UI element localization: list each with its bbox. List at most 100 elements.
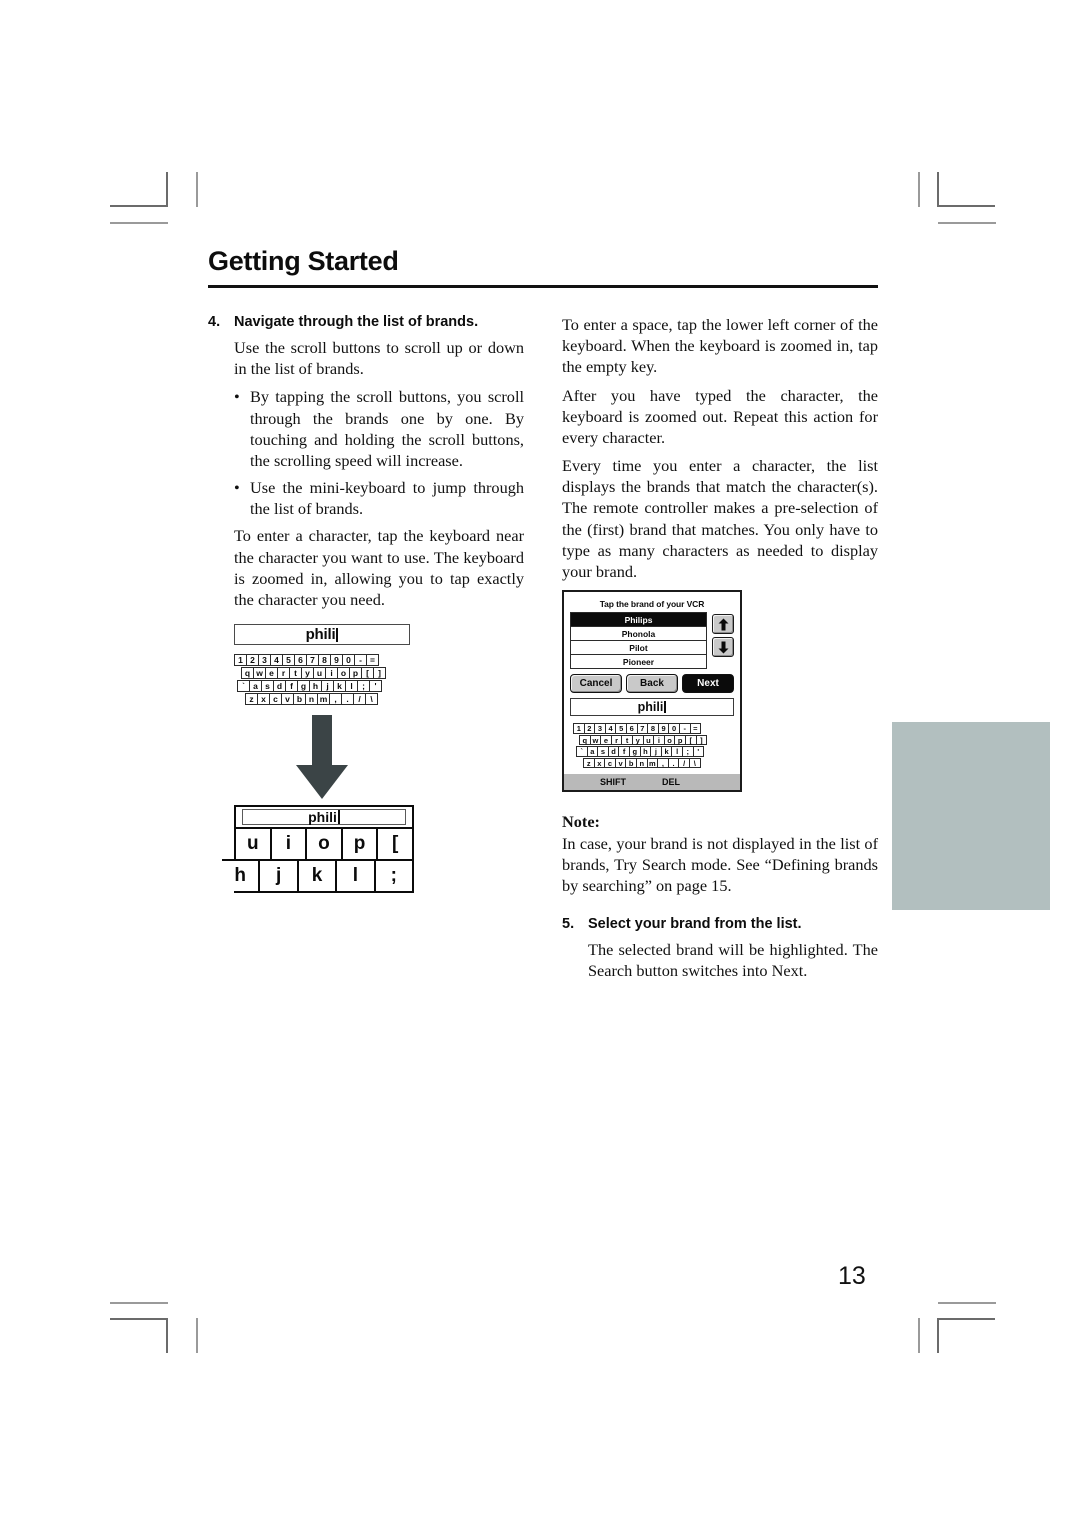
back-button[interactable]: Back — [626, 674, 678, 694]
zoomed-keyboard-row-bottom: h j k l ; — [222, 859, 413, 892]
crop-mark-segment — [110, 222, 168, 224]
list-item: • By tapping the scroll buttons, you scr… — [234, 386, 524, 471]
crop-mark-segment — [110, 205, 167, 207]
figure-keyboard-zoomed: phili u i o p [ h j k l ; — [222, 805, 414, 894]
text-cursor — [336, 627, 339, 642]
step-5-body: The selected brand will be highlighted. … — [588, 939, 878, 980]
step-4-number: 4. — [208, 314, 221, 330]
key-bracket-right[interactable]: ] — [695, 734, 708, 746]
scroll-down-button[interactable] — [712, 637, 734, 658]
crop-mark-segment — [110, 1318, 167, 1320]
device-text-value: phili — [637, 700, 664, 715]
page-content: Getting Started 4. Navigate through the … — [208, 246, 878, 981]
bullet-marker-icon: • — [234, 478, 240, 498]
list-item[interactable]: Philips — [571, 613, 706, 628]
device-brand-list-area: Philips Phonola Pilot Pioneer — [570, 612, 734, 670]
shift-button[interactable]: SHIFT — [600, 777, 626, 787]
key-backslash[interactable]: \ — [688, 757, 701, 769]
arrow-down-icon — [718, 641, 729, 654]
zoom-key-k[interactable]: k — [298, 861, 338, 892]
list-item[interactable]: Phonola — [571, 627, 706, 642]
keyboard-row: ` a s d f g h j k l ; ' — [573, 746, 731, 757]
right-column: To enter a space, tap the lower left cor… — [562, 314, 878, 981]
figure-keyboard-normal: phili 1 2 3 4 5 6 7 8 9 0 - = q w e r t … — [234, 624, 410, 706]
zoom-key-i[interactable]: i — [271, 829, 308, 860]
arrow-head — [296, 765, 348, 800]
crop-mark-segment — [196, 172, 198, 207]
zoom-key-o[interactable]: o — [307, 829, 343, 860]
page-number: 13 — [838, 1262, 866, 1290]
zoom-key-j[interactable]: j — [260, 861, 299, 892]
right-paragraph-1: To enter a space, tap the lower left cor… — [562, 315, 878, 377]
bullet-marker-icon: • — [234, 387, 240, 407]
crop-mark-segment — [938, 205, 995, 207]
list-item[interactable]: Pioneer — [571, 655, 706, 669]
zoom-key-p[interactable]: p — [342, 829, 379, 860]
keyboard-rows: 1 2 3 4 5 6 7 8 9 0 - = q w e r t y u i … — [234, 654, 410, 706]
del-button[interactable]: DEL — [662, 777, 680, 787]
next-button[interactable]: Next — [682, 674, 734, 694]
key-apostrophe[interactable]: ' — [692, 746, 705, 757]
keyboard-row: q w e r t y u i o p [ ] — [234, 667, 410, 680]
margin-tab-block — [892, 722, 1050, 910]
zoom-key-l[interactable]: l — [337, 861, 376, 892]
arrow-up-icon — [718, 618, 729, 631]
crop-mark-segment — [937, 172, 939, 207]
two-column-layout: 4. Navigate through the list of brands. … — [208, 314, 878, 981]
device-button-bar: Cancel Back Next — [570, 674, 734, 694]
device-screen-title: Tap the brand of your VCR — [599, 599, 705, 610]
crop-mark-segment — [918, 1318, 920, 1353]
device-bottom-bar: SHIFT DEL — [564, 774, 740, 791]
step-4-closing-paragraph: To enter a character, tap the keyboard n… — [234, 526, 524, 609]
step-4-intro-paragraph: Use the scroll buttons to scroll up or d… — [234, 338, 524, 379]
zoom-key-bracket-left[interactable]: [ — [378, 829, 412, 860]
list-item[interactable]: Pilot — [571, 641, 706, 656]
keyboard-row: z x c v b n m , . / \ — [573, 757, 731, 769]
figure-flow-arrow — [234, 715, 410, 800]
zoomed-keyboard-row-top: u i o p [ — [236, 829, 412, 860]
crop-mark-segment — [166, 1318, 168, 1353]
crop-mark-segment — [937, 1318, 939, 1353]
step-5-title: Select your brand from the list. — [588, 915, 802, 932]
crop-mark-segment — [918, 172, 920, 207]
key-apostrophe[interactable]: ' — [369, 680, 382, 693]
device-keyboard: 1 2 3 4 5 6 7 8 9 0 - = q w e r t y u i … — [570, 723, 734, 774]
zoom-key-u[interactable]: u — [236, 829, 272, 860]
key-bracket-right[interactable]: ] — [373, 667, 386, 680]
crop-mark-segment — [196, 1318, 198, 1353]
keyboard-row: ` a s d f g h j k l ; ' — [234, 680, 410, 693]
arrow-stem — [312, 715, 332, 768]
zoomed-keyboard-text-field[interactable]: phili — [236, 807, 412, 830]
arrow-down-icon — [296, 715, 348, 800]
key-equals[interactable]: = — [366, 654, 379, 667]
step-4-heading: 4. Navigate through the list of brands. — [208, 314, 524, 330]
step-5-heading: 5. Select your brand from the list. — [562, 916, 878, 932]
zoom-key-h[interactable]: h — [222, 861, 261, 892]
key-equals[interactable]: = — [689, 723, 702, 734]
crop-mark-segment — [938, 1318, 995, 1320]
keyboard-text-field[interactable]: phili — [234, 624, 410, 646]
zoom-key-semicolon[interactable]: ; — [375, 861, 413, 892]
device-text-field[interactable]: phili — [570, 698, 734, 717]
keyboard-row: z x c v b n m , . / \ — [234, 693, 410, 706]
title-divider — [208, 285, 878, 288]
step-5-number: 5. — [562, 915, 575, 932]
left-column: 4. Navigate through the list of brands. … — [208, 314, 524, 894]
device-screen-figure: Tap the brand of your VCR Philips Phonol… — [562, 590, 742, 793]
right-paragraph-2: After you have typed the character, the … — [562, 385, 878, 447]
keyboard-text-value: phili — [305, 626, 336, 644]
list-item-text: By tapping the scroll buttons, you scrol… — [250, 387, 524, 470]
keyboard-row: 1 2 3 4 5 6 7 8 9 0 - = — [234, 654, 410, 667]
cancel-button[interactable]: Cancel — [570, 674, 622, 694]
crop-mark-segment — [166, 172, 168, 207]
zoomed-text-value: phili — [308, 809, 337, 826]
note-label: Note: — [562, 812, 600, 832]
text-cursor — [664, 701, 667, 714]
step-4-bullet-list: • By tapping the scroll buttons, you scr… — [208, 386, 524, 519]
scroll-up-button[interactable] — [712, 614, 734, 635]
crop-mark-segment — [110, 1302, 168, 1304]
keyboard-row: q w e r t y u i o p [ ] — [573, 734, 731, 746]
right-paragraph-3: Every time you enter a character, the li… — [562, 456, 878, 581]
device-brand-list[interactable]: Philips Phonola Pilot Pioneer — [570, 612, 707, 670]
key-backslash[interactable]: \ — [365, 693, 378, 706]
